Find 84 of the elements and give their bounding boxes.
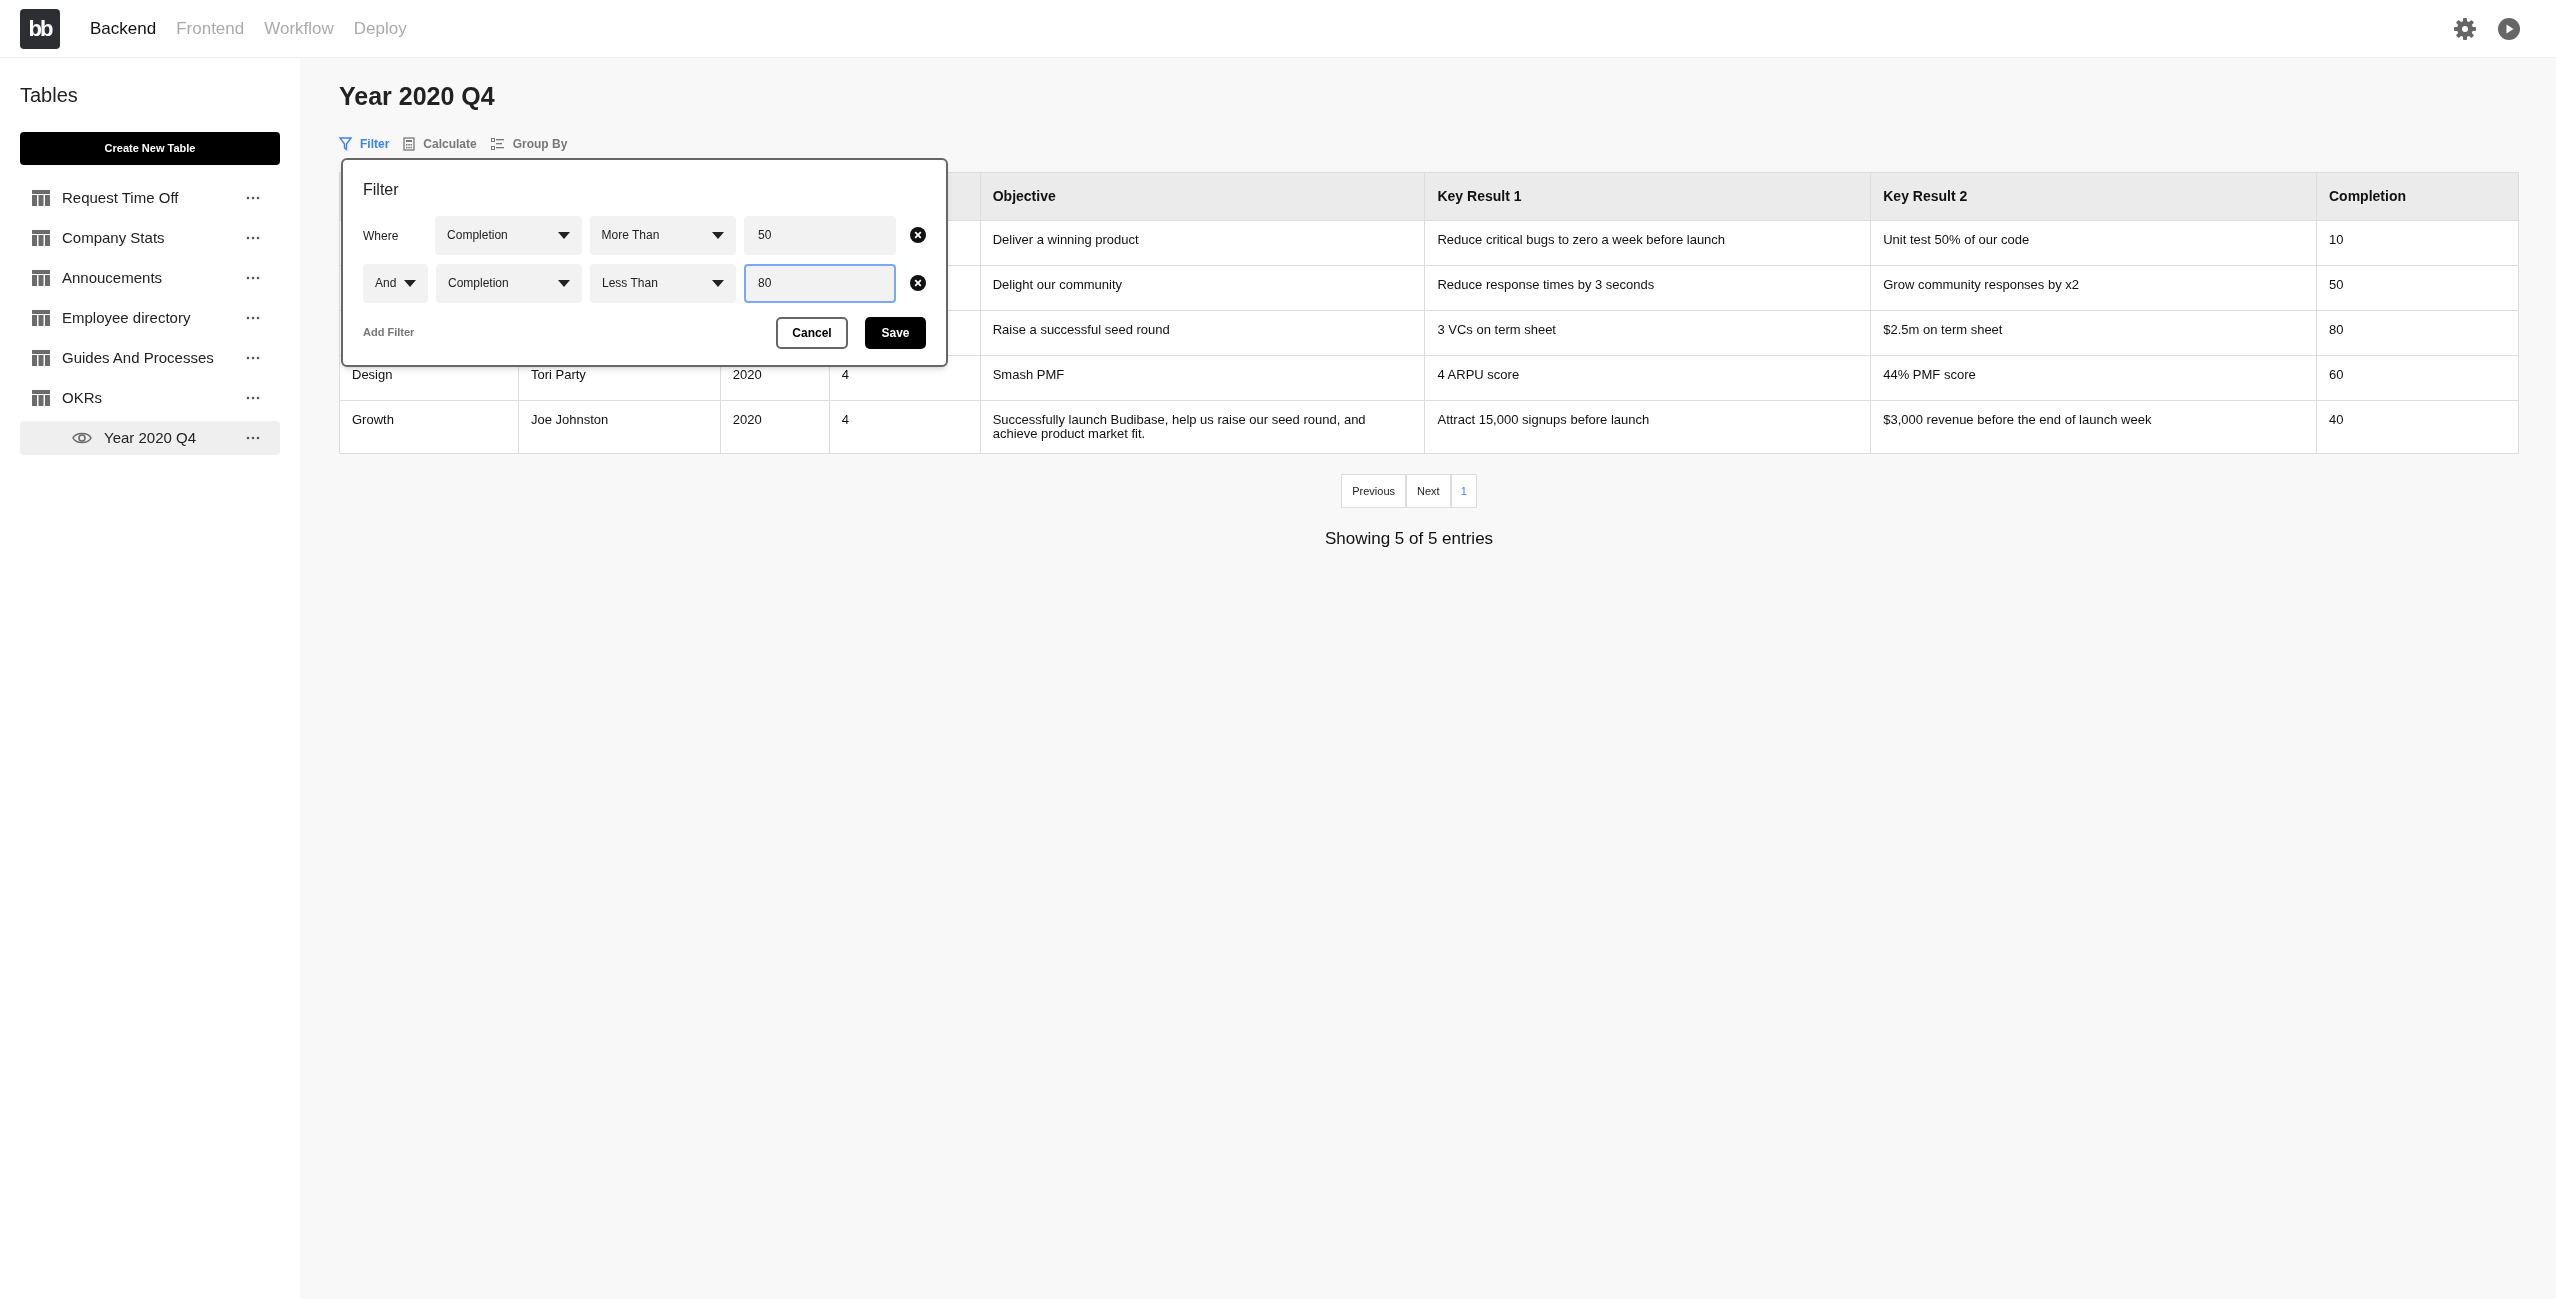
table-cell: $2.5m on term sheet [1870, 310, 2317, 355]
create-table-button[interactable]: Create New Table [20, 132, 280, 165]
table-cell: Deliver a winning product [980, 220, 1425, 265]
operator-select[interactable]: More Than [589, 215, 736, 255]
table-cell: Reduce critical bugs to zero a week before launch [1424, 220, 1871, 265]
column-header: Key Result 2 [1870, 172, 2317, 220]
table-cell: 50 [2316, 265, 2519, 310]
table-cell: Attract 15,000 signups before launch [1424, 400, 1871, 454]
settings-icon[interactable] [2454, 17, 2476, 40]
table-icon [32, 310, 50, 326]
table-cell: 10 [2316, 220, 2519, 265]
field-select[interactable]: Completion [436, 263, 582, 303]
caret-icon [712, 231, 724, 239]
caret-icon [558, 279, 570, 287]
table-cell: 40 [2316, 400, 2519, 454]
add-filter-link[interactable]: Add Filter [363, 324, 415, 341]
toolbar-button[interactable]: Group By [490, 134, 568, 153]
table-cell: Growth [339, 400, 519, 454]
next-button[interactable]: Next [1406, 474, 1451, 509]
filter-icon [339, 136, 352, 151]
table-cell: $3,000 revenue before the end of launch week [1870, 400, 2317, 454]
table-cell: Smash PMF [980, 355, 1425, 400]
sidebar-item[interactable]: Employee directory [20, 301, 280, 335]
conjunction-select[interactable]: And [363, 263, 428, 303]
eye-icon [72, 431, 92, 445]
caret-icon [404, 279, 416, 287]
previous-button[interactable]: Previous [1341, 474, 1406, 509]
sidebar-item[interactable]: Guides And Processes [20, 341, 280, 375]
page-title: Year 2020 Q4 [339, 81, 496, 112]
value-field[interactable]: 50 [744, 215, 896, 255]
more-options-icon[interactable] [246, 276, 260, 280]
table-cell: Unit test 50% of our code [1870, 220, 2317, 265]
column-header: Objective [980, 172, 1425, 220]
save-button[interactable]: Save [865, 316, 926, 349]
value-field[interactable]: 80 [744, 263, 896, 303]
table-cell: 80 [2316, 310, 2519, 355]
remove-icon[interactable] [910, 227, 926, 243]
field-select[interactable]: Completion [435, 215, 582, 255]
table-cell: 3 VCs on term sheet [1424, 310, 1871, 355]
sidebar-item[interactable]: Year 2020 Q4 [20, 421, 280, 455]
table-icon [32, 350, 50, 366]
where-label: Where [363, 229, 399, 243]
operator-select[interactable]: Less Than [590, 263, 736, 303]
sidebar-title: Tables [20, 83, 79, 108]
popup-title: Filter [363, 179, 400, 200]
sidebar-item[interactable]: OKRs [20, 381, 280, 415]
table-cell: Delight our community [980, 265, 1425, 310]
nav-tab[interactable]: Backend [90, 15, 157, 42]
more-options-icon[interactable] [246, 316, 260, 320]
table-icon [32, 270, 50, 286]
logo[interactable]: bb [20, 8, 60, 49]
sidebar-item[interactable]: Company Stats [20, 221, 280, 255]
more-options-icon[interactable] [246, 236, 260, 240]
caret-icon [557, 231, 570, 239]
calculator-icon [403, 136, 416, 151]
table-cell: Joe Johnston [518, 400, 721, 454]
table-cell: 4 ARPU score [1424, 355, 1871, 400]
caret-icon [712, 279, 724, 287]
more-options-icon[interactable] [246, 396, 260, 400]
column-header: Key Result 1 [1424, 172, 1871, 220]
sidebar-item[interactable]: Annoucements [20, 261, 280, 295]
table-icon [32, 190, 50, 206]
table-cell: Raise a successful seed round [980, 310, 1425, 355]
table-cell: 44% PMF score [1870, 355, 2317, 400]
table-cell: 4 [829, 400, 981, 454]
table-cell: Reduce response times by 3 seconds [1424, 265, 1871, 310]
list-icon [490, 137, 505, 150]
cancel-button[interactable]: Cancel [776, 316, 848, 349]
table-cell: Successfully launch Budibase, help us raise our seed round, and achieve product market fit. [980, 400, 1425, 454]
play-icon[interactable] [2498, 17, 2520, 40]
table-cell: 60 [2316, 355, 2519, 400]
column-header: Completion [2316, 172, 2519, 220]
page-button[interactable]: 1 [1450, 474, 1477, 509]
entries-count: Showing 5 of 5 entries [1324, 528, 1494, 551]
table-cell: 2020 [720, 400, 830, 454]
remove-icon[interactable] [910, 275, 926, 291]
table-cell: Grow community responses by x2 [1870, 265, 2317, 310]
sidebar-item[interactable]: Request Time Off [20, 181, 280, 215]
more-options-icon[interactable] [246, 356, 260, 360]
table-icon [32, 390, 50, 406]
table-icon [32, 230, 50, 246]
more-options-icon[interactable] [246, 196, 260, 200]
toolbar-button[interactable]: Calculate [403, 134, 477, 153]
more-options-icon[interactable] [246, 436, 260, 440]
